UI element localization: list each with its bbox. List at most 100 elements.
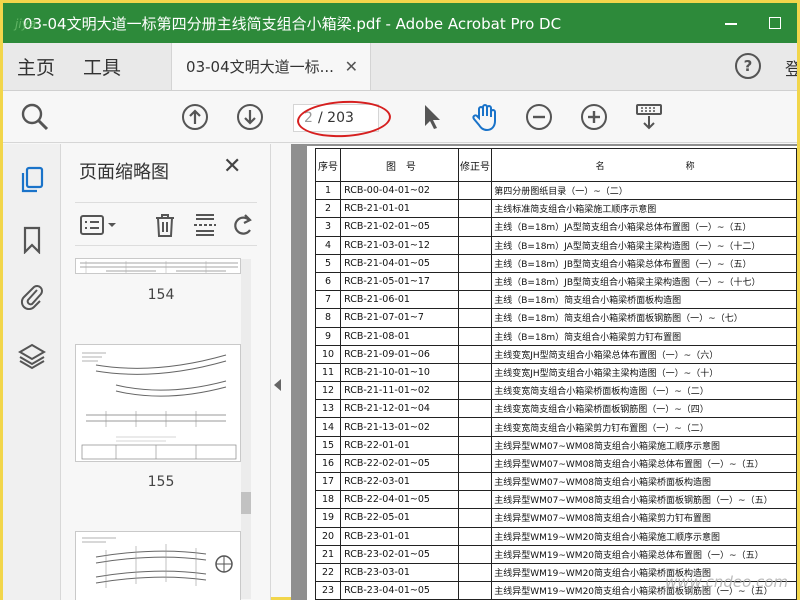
- revision: [457, 180, 493, 201]
- close-icon[interactable]: ✕: [223, 154, 241, 179]
- minimize-button[interactable]: [709, 14, 753, 33]
- revision: [457, 435, 493, 455]
- drawing-code: RCB-21-09-01~06: [340, 344, 459, 364]
- scan-icon[interactable]: [633, 101, 665, 133]
- drawing-code: RCB-21-10-01~10: [340, 362, 459, 383]
- table-row: 12 RCB-21-11-01~02 主线变宽简支组合小箱梁桥面板构造图（一）~（二…: [314, 381, 797, 401]
- drawing-name: 第四分册图纸目录（一）~（二）: [491, 180, 797, 201]
- pages-icon[interactable]: [18, 166, 46, 194]
- close-tab-icon[interactable]: ✕: [345, 57, 358, 76]
- row-number: 7: [314, 290, 342, 310]
- table-row: 1 RCB-00-04-01~02 第四分册图纸目录（一）~（二）: [314, 180, 797, 201]
- row-number: 21: [314, 544, 342, 564]
- drawing-name: 主线（B=18m）简支组合小箱梁剪力钉布置图: [491, 326, 797, 346]
- drawing-code: RCB-00-04-01~02: [340, 180, 459, 201]
- revision: [457, 271, 493, 292]
- tab-bar: 主页 工具 03-04文明大道一标... ✕ ? 登: [3, 43, 797, 91]
- search-icon[interactable]: [19, 101, 51, 133]
- drawing-name: 主线变宽JH型简支组合小箱梁总体布置图（一）~（六）: [491, 344, 797, 364]
- hand-icon[interactable]: [469, 101, 501, 133]
- thumbnail-label-154: 154: [147, 287, 175, 303]
- tab-tools[interactable]: 工具: [69, 43, 135, 90]
- drawing-name: 主线异型WM07~WM08简支组合小箱梁桥面板钢筋图（一）~（五）: [491, 490, 797, 510]
- zoom-out-icon[interactable]: [523, 101, 555, 133]
- title-bar: 03-04文明大道一标第四分册主线简支组合小箱梁.pdf - Adobe Acr…: [3, 3, 797, 43]
- document-view[interactable]: 序号 图 号 修正号 名 称 1 RCB-00-04-01~02 第四分册图纸目录（…: [291, 144, 797, 600]
- help-icon[interactable]: ?: [735, 53, 761, 79]
- table-row: 11 RCB-21-10-01~10 主线变宽JH型简支组合小箱梁主梁构造图（一）~…: [314, 362, 797, 383]
- document-tab-label: 03-04文明大道一标...: [186, 58, 334, 76]
- options-icon[interactable]: [79, 211, 119, 239]
- drawing-code: RCB-21-05-01~17: [340, 271, 459, 292]
- row-number: 16: [314, 453, 342, 474]
- revision: [457, 217, 493, 237]
- previous-page-button[interactable]: [179, 101, 211, 133]
- layers-icon[interactable]: [18, 342, 46, 370]
- tab-document[interactable]: 03-04文明大道一标... ✕: [171, 43, 372, 90]
- row-number: 20: [314, 526, 342, 546]
- drawing-name: 主线变宽简支组合小箱梁桥面板构造图（一）~（二）: [491, 381, 797, 401]
- drawing-name: 主线异型WM07~WM08简支组合小箱梁总体布置图（一）~（五）: [491, 453, 797, 474]
- row-number: 9: [314, 326, 342, 346]
- drawing-code: RCB-22-05-01: [340, 508, 459, 528]
- thumbnail-page-155[interactable]: [75, 344, 241, 462]
- thumbnail-scrollbar[interactable]: [241, 259, 251, 599]
- zoom-in-icon[interactable]: [578, 101, 610, 133]
- minimize-icon: [725, 23, 737, 25]
- drawing-code: RCB-21-03-01~12: [340, 235, 459, 255]
- maximize-button[interactable]: [753, 14, 797, 33]
- drawing-name: 主线（B=18m）JA型简支组合小箱梁主梁构造图（一）~（十二）: [491, 235, 797, 255]
- row-number: 3: [314, 217, 342, 237]
- row-number: 19: [314, 508, 342, 528]
- thumbnail-page-154[interactable]: [75, 258, 241, 274]
- watermark: www.cndeo.com: [665, 573, 789, 591]
- table-row: 2 RCB-21-01-01 主线标准简支组合小箱梁施工顺序示意图: [314, 199, 797, 219]
- revision: [457, 526, 493, 546]
- drawing-code: RCB-23-02-01~05: [340, 544, 459, 564]
- table-row: 18 RCB-22-04-01~05 主线异型WM07~WM08简支组合小箱梁桥面板…: [314, 490, 797, 510]
- table-row: 3 RCB-21-02-01~05 主线（B=18m）JA型简支组合小箱梁总体布置图…: [314, 217, 797, 237]
- row-number: 4: [314, 235, 342, 255]
- drawing-code: RCB-23-01-01: [340, 526, 459, 546]
- revision: [457, 399, 493, 419]
- row-number: 6: [314, 271, 342, 292]
- watermark-top: jiya: [15, 17, 37, 31]
- drawing-name: 主线（B=18m）简支组合小箱梁桥面板构造图: [491, 290, 797, 310]
- revision: [457, 490, 493, 510]
- bookmark-icon[interactable]: [18, 226, 46, 254]
- header-no: 序号: [314, 148, 342, 182]
- window-title: 03-04文明大道一标第四分册主线简支组合小箱梁.pdf - Adobe Acr…: [23, 14, 562, 33]
- drawing-code: RCB-23-03-01: [340, 562, 459, 583]
- drawing-code: RCB-21-01-01: [340, 199, 459, 219]
- drawing-code: RCB-22-02-01~05: [340, 453, 459, 474]
- paperclip-icon[interactable]: [18, 282, 46, 310]
- revision: [457, 381, 493, 401]
- table-row: 13 RCB-21-12-01~04 主线变宽简支组合小箱梁桥面板钢筋图（一）~（四…: [314, 399, 797, 419]
- thumbnail-page-156[interactable]: [75, 531, 241, 600]
- row-number: 5: [314, 253, 342, 273]
- row-number: 18: [314, 490, 342, 510]
- arrow-up-icon: [182, 104, 208, 130]
- extract-icon[interactable]: [191, 211, 219, 239]
- drawing-code: RCB-21-08-01: [340, 326, 459, 346]
- cursor-icon[interactable]: [415, 101, 447, 133]
- drawing-name: 主线（B=18m）JA型简支组合小箱梁总体布置图（一）~（五）: [491, 217, 797, 237]
- drawing-name: 主线标准简支组合小箱梁施工顺序示意图: [491, 199, 797, 219]
- drawing-code: RCB-23-04-01~05: [340, 581, 459, 600]
- collapse-panel-icon[interactable]: [274, 379, 281, 391]
- next-page-button[interactable]: [234, 101, 266, 133]
- drawing-name: 主线异型WM07~WM08简支组合小箱梁施工顺序示意图: [491, 435, 797, 455]
- rotate-icon[interactable]: [229, 211, 257, 239]
- scrollbar-thumb[interactable]: [241, 492, 251, 514]
- row-number: 11: [314, 362, 342, 383]
- drawing-name: 主线异型WM19~WM20简支组合小箱梁总体布置图（一）~（五）: [491, 544, 797, 564]
- drawing-index-table: 序号 图 号 修正号 名 称 1 RCB-00-04-01~02 第四分册图纸目录（…: [314, 148, 797, 600]
- trash-icon[interactable]: [151, 211, 179, 239]
- drawing-code: RCB-21-02-01~05: [340, 217, 459, 237]
- row-number: 13: [314, 399, 342, 419]
- arrow-down-icon: [237, 104, 263, 130]
- tab-home[interactable]: 主页: [3, 43, 69, 90]
- drawing-name: 主线（B=18m）JB型简支组合小箱梁主梁构造图（一）~（十七）: [491, 271, 797, 292]
- revision: [457, 417, 493, 437]
- signin-button[interactable]: 登: [785, 55, 797, 80]
